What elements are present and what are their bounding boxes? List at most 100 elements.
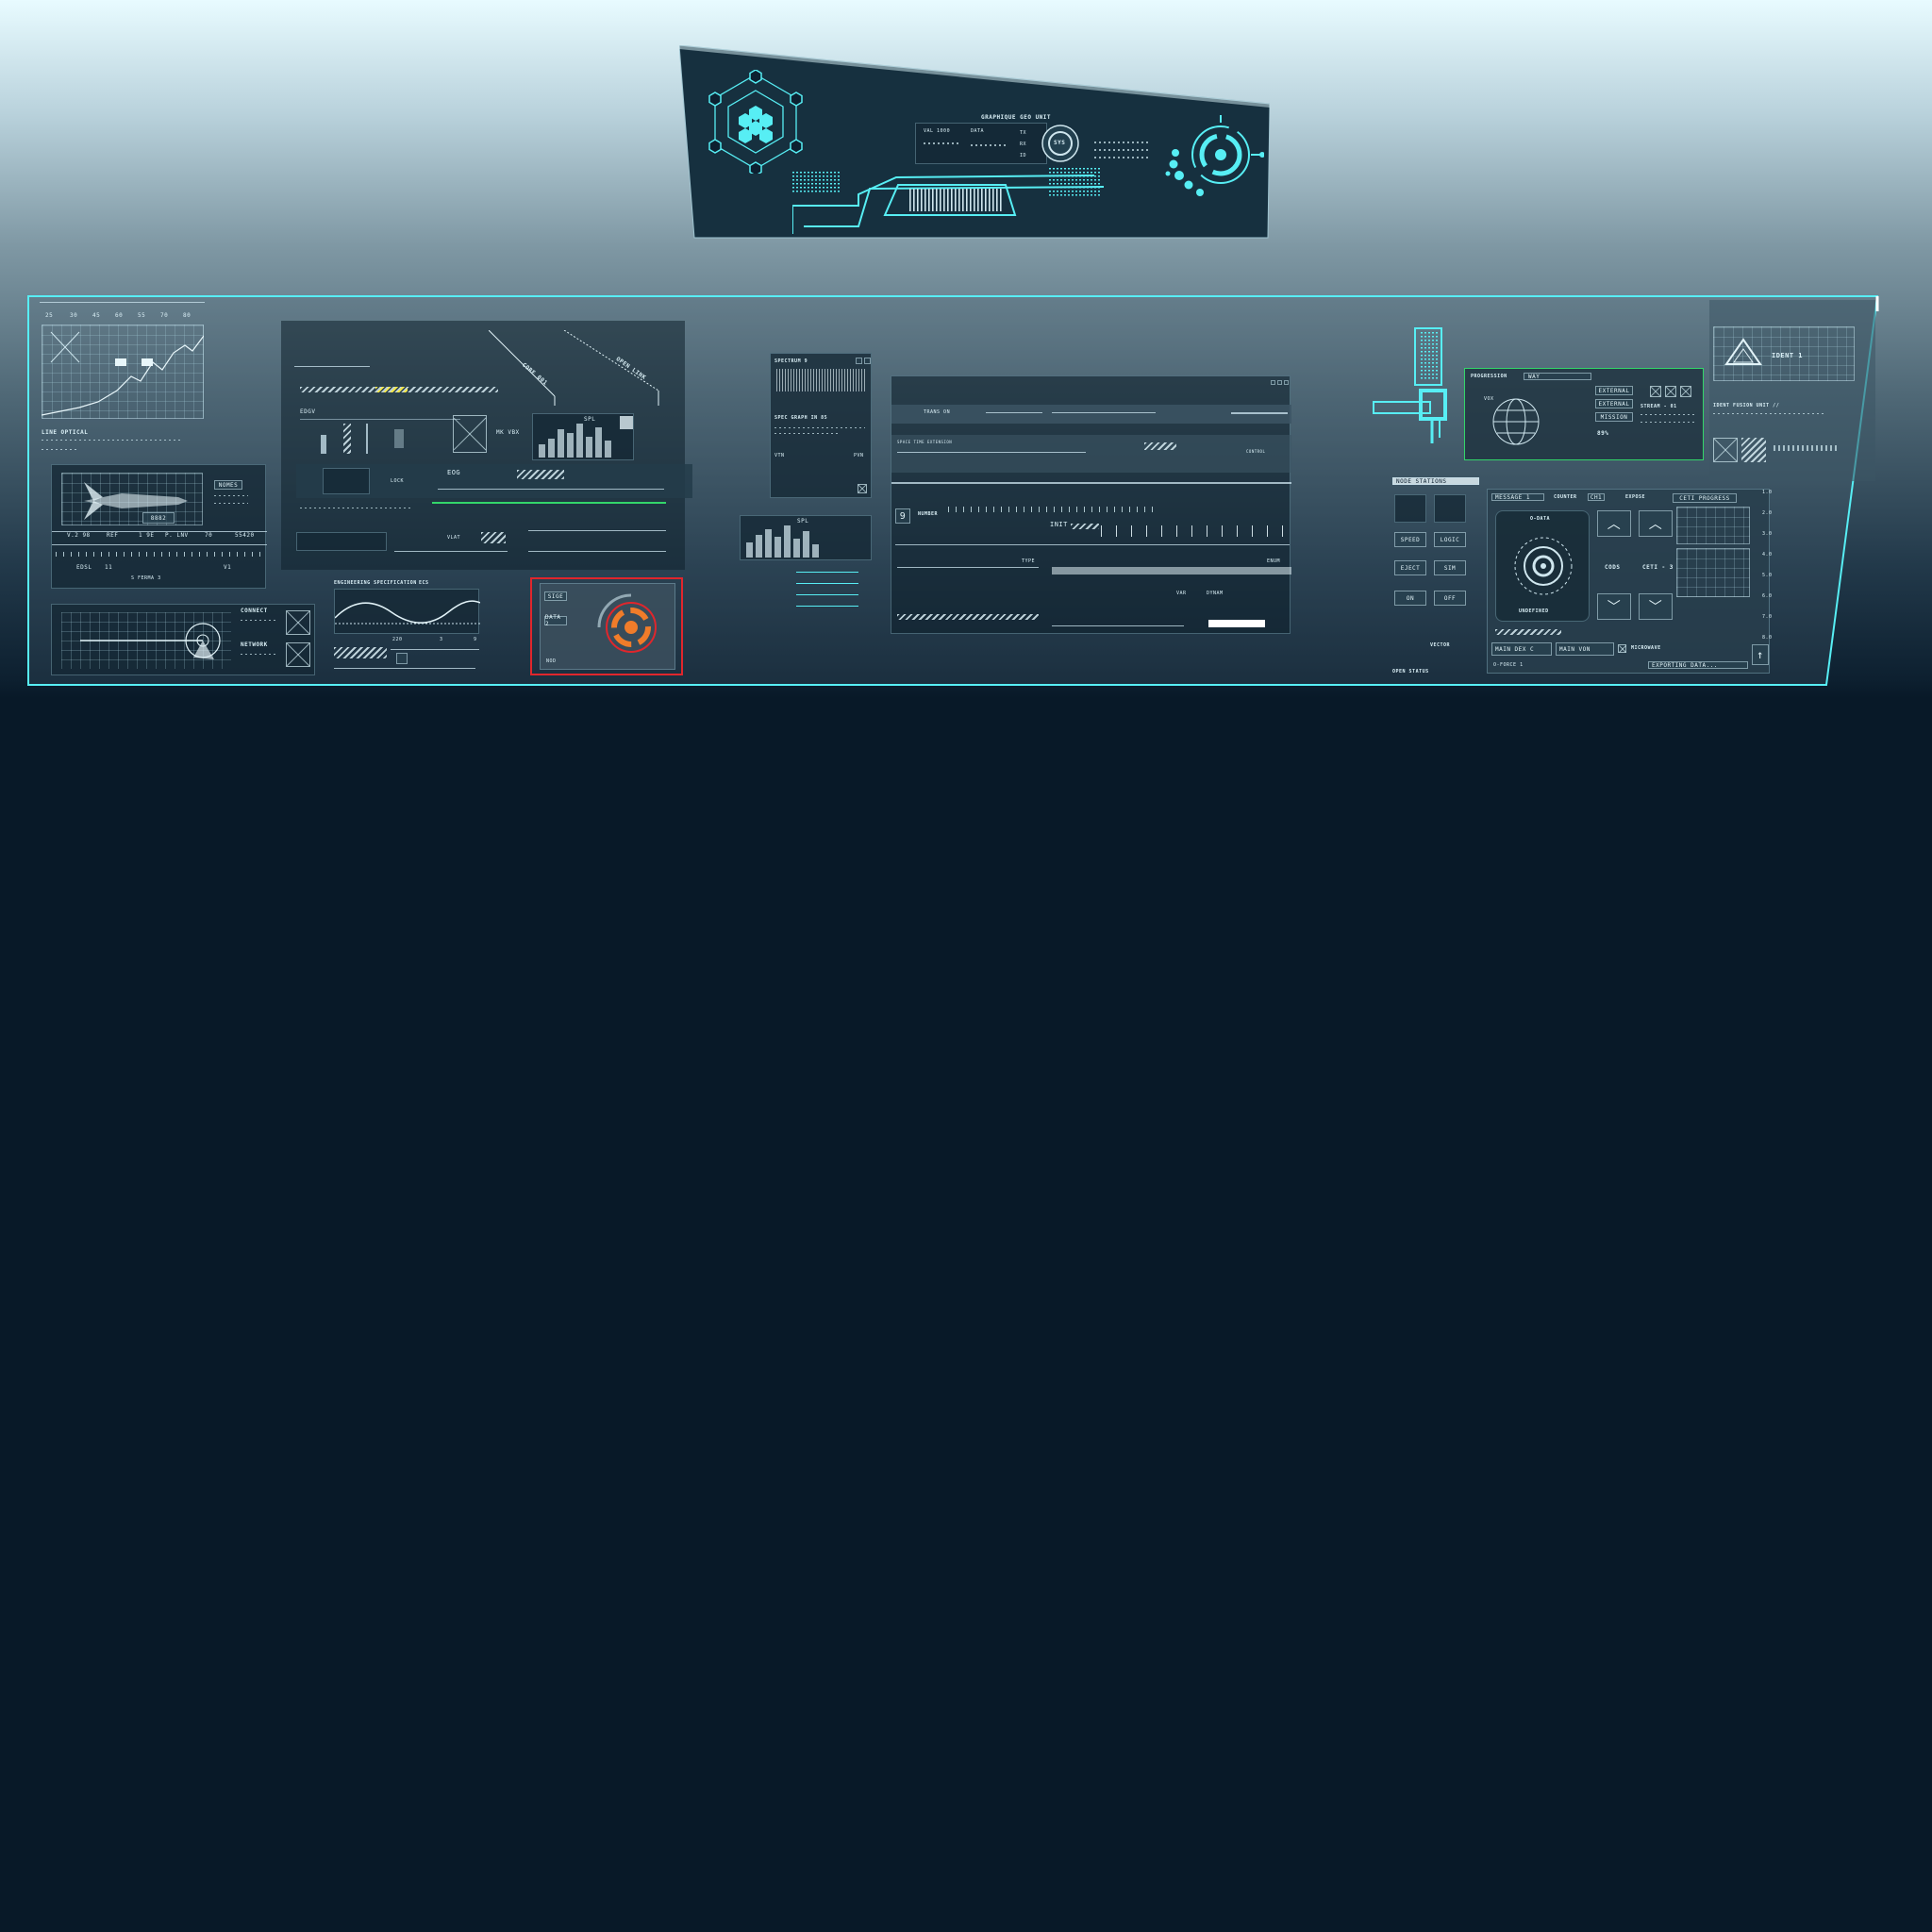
axis-3: 3.0 — [1762, 531, 1773, 537]
close-x-2[interactable] — [1665, 386, 1676, 397]
side-button-sim[interactable]: SIM — [1434, 560, 1466, 575]
target-tag-2[interactable]: DATA 2 — [544, 614, 567, 627]
target-tag-1[interactable]: SIGE — [544, 591, 567, 601]
center-win-btn-1[interactable] — [1271, 380, 1275, 385]
close-icon[interactable] — [286, 610, 310, 635]
microwave-label: MICROWAVE — [1631, 645, 1661, 651]
nomes-tag[interactable]: NOMES — [214, 480, 242, 490]
close-x-1[interactable] — [1650, 386, 1661, 397]
eng-block[interactable] — [396, 653, 408, 664]
cluster-top-rule — [294, 366, 370, 367]
node-stations-tab[interactable]: NODE STATIONS — [1392, 477, 1479, 485]
spl-bars — [539, 420, 611, 458]
spectrum-spl-panel: SPL — [740, 515, 872, 560]
progression-dropdown[interactable]: WAY — [1524, 373, 1591, 380]
radar-target-icon — [1165, 115, 1264, 196]
flow-field-2-text: MAIN VON — [1559, 645, 1591, 653]
graph-tick-7: 80 — [183, 312, 192, 319]
spectrum-spl-bars — [746, 524, 819, 558]
counter-value[interactable]: CH1 — [1588, 493, 1605, 501]
status-label-4: V1 — [224, 564, 232, 571]
open-status-label: OPEN STATUS — [1392, 669, 1429, 675]
engineering-code: ECS — [419, 580, 429, 586]
row-label-2: REF — [107, 532, 119, 539]
hud-readout-b: DATA — [971, 128, 985, 134]
vehicle-readout-box[interactable]: 8882 — [142, 512, 175, 524]
close-icon-2[interactable] — [286, 642, 310, 667]
o-force-label: O-FORCE 1 — [1493, 662, 1524, 668]
side-button-on[interactable]: ON — [1394, 591, 1426, 606]
center-bottom-rule — [1052, 625, 1184, 626]
ident-close-icon[interactable] — [1713, 438, 1738, 462]
selected-target-panel[interactable]: SIGE DATA 2 NOD — [530, 577, 683, 675]
center-win-btn-2[interactable] — [1277, 380, 1282, 385]
triangle-icon — [1724, 338, 1762, 365]
external-button-1[interactable]: EXTERNAL — [1595, 386, 1633, 395]
video-thumb[interactable] — [323, 468, 370, 494]
up-arrow-button[interactable]: ︿ — [1597, 510, 1631, 537]
digit-box[interactable]: 9 — [895, 508, 910, 524]
cluster-x-box[interactable] — [453, 415, 487, 453]
upload-arrow-button[interactable]: ↑ — [1752, 644, 1769, 665]
exporting-status[interactable]: EXPORTING DATA... — [1648, 661, 1748, 669]
spectrum-close-icon[interactable] — [858, 484, 867, 493]
progress-tab[interactable]: CETI PROGRESS — [1673, 493, 1737, 503]
progression-dropdown-value: WAY — [1528, 373, 1541, 380]
connect-label: CONNECT — [241, 608, 268, 614]
enum-bar — [1052, 567, 1291, 575]
target-footer: NOD — [546, 658, 557, 664]
number-label: NUMBER — [918, 511, 939, 517]
init-hatch — [1071, 524, 1099, 529]
enum-label: ENUM — [1267, 558, 1281, 564]
flow-field-1[interactable]: MAIN DEX C — [1491, 642, 1552, 656]
side-button-eject[interactable]: EJECT — [1394, 560, 1426, 575]
top-hud-panel: GRAPHIQUE GEO UNIT VAL 1000 DATA TX RX I… — [679, 45, 1270, 240]
spectrum-min-button[interactable] — [856, 358, 862, 364]
spectrum-max-button[interactable] — [864, 358, 871, 364]
globe-icon — [1492, 398, 1540, 445]
right-rule — [528, 530, 666, 531]
status-label-1: EDSL — [76, 564, 92, 571]
side-button-speed[interactable]: SPEED — [1394, 532, 1426, 547]
spl-bar-chart: SPL — [532, 413, 634, 460]
node-hatch — [1495, 629, 1561, 635]
vehicle-info-lines-2 — [214, 503, 248, 504]
external-button-2[interactable]: EXTERNAL — [1595, 399, 1633, 408]
speedometer-dial-icon — [80, 623, 221, 659]
band-hatch — [1144, 442, 1176, 450]
close-x-3[interactable] — [1680, 386, 1691, 397]
stream-label: STREAM - 01 — [1641, 404, 1677, 409]
center-mid-rule — [895, 544, 1290, 545]
cluster-warning-stripe — [375, 387, 408, 392]
down-arrow-button[interactable]: ﹀ — [1597, 593, 1631, 620]
flow-field-2[interactable]: MAIN VON — [1556, 642, 1614, 656]
ident-dots — [1774, 445, 1840, 451]
eog-label: EOG — [447, 469, 461, 476]
progression-panel[interactable]: PROGRESSION WAY VOX EXTERNAL EXTERNAL MI… — [1464, 368, 1704, 460]
init-ticks — [1101, 525, 1290, 537]
wave-chart — [334, 589, 481, 634]
o-data-label: O-DATA — [1530, 516, 1551, 522]
spectrum-cyan-line-2 — [796, 583, 858, 584]
arrow-up-icon: ↑ — [1757, 648, 1764, 661]
vehicle-info-lines — [214, 495, 248, 496]
side-button-off[interactable]: OFF — [1434, 591, 1466, 606]
eng-num-2: 3 — [440, 637, 443, 642]
down-arrow-button-2[interactable]: ﹀ — [1639, 593, 1673, 620]
message-dropdown[interactable]: MESSAGE 1 — [1491, 493, 1544, 501]
chevron-up-icon-2: ︿ — [1648, 517, 1663, 532]
gauge-strip — [300, 419, 460, 457]
edge-label: EDGV — [300, 408, 316, 415]
side-button-logic[interactable]: LOGIC — [1434, 532, 1466, 547]
mission-button[interactable]: MISSION — [1595, 412, 1633, 422]
up-arrow-button-2[interactable]: ︿ — [1639, 510, 1673, 537]
percent-label: 89% — [1597, 430, 1609, 437]
vehicle-divider-2 — [52, 544, 267, 545]
center-win-btn-3[interactable] — [1284, 380, 1289, 385]
microwave-close-icon[interactable] — [1618, 644, 1626, 653]
flow-field-1-text: MAIN DEX C — [1495, 645, 1535, 653]
hud-data-lines-3 — [1094, 157, 1151, 158]
hud-data-lines-2 — [1094, 149, 1151, 151]
gauge-hatch — [343, 424, 351, 454]
network-lines — [241, 654, 278, 655]
